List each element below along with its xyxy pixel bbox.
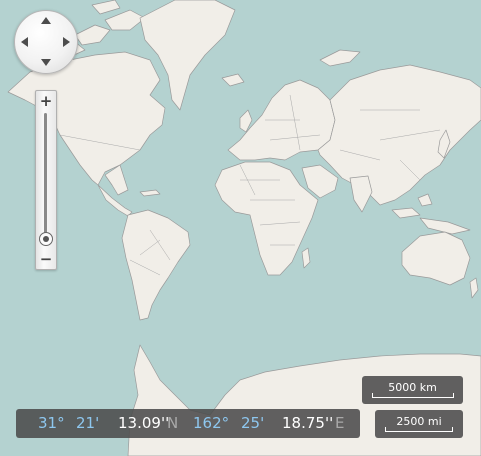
zoom-track[interactable] xyxy=(44,113,47,245)
longitude-degrees: 162° xyxy=(193,414,230,432)
zoom-slider-thumb[interactable] xyxy=(39,232,53,246)
longitude-minutes: 25' xyxy=(241,414,265,432)
triangle-right-icon[interactable] xyxy=(63,37,70,47)
longitude-seconds: 18.75'' xyxy=(282,414,334,432)
latitude-hemisphere: N xyxy=(167,414,179,432)
map-viewport[interactable]: + − 31° 21' 13.09'' N 162° 25' 18.75'' E… xyxy=(0,0,481,456)
pan-navigator[interactable] xyxy=(14,10,78,74)
latitude-minutes: 21' xyxy=(76,414,100,432)
coordinates-readout: 31° 21' 13.09'' N 162° 25' 18.75'' E xyxy=(16,409,360,438)
scale-km-ruler xyxy=(372,393,454,398)
triangle-left-icon[interactable] xyxy=(21,37,28,47)
scale-mi-ruler xyxy=(385,427,453,432)
longitude-hemisphere: E xyxy=(335,414,345,432)
zoom-out-button[interactable]: − xyxy=(36,250,56,268)
latitude-seconds: 13.09'' xyxy=(118,414,170,432)
scale-bar-km: 5000 km xyxy=(362,376,463,404)
triangle-down-icon[interactable] xyxy=(41,59,51,66)
scale-bar-mi: 2500 mi xyxy=(375,410,463,438)
zoom-control: + − xyxy=(35,90,57,270)
triangle-up-icon[interactable] xyxy=(41,17,51,24)
latitude-degrees: 31° xyxy=(38,414,65,432)
zoom-in-button[interactable]: + xyxy=(36,92,56,110)
